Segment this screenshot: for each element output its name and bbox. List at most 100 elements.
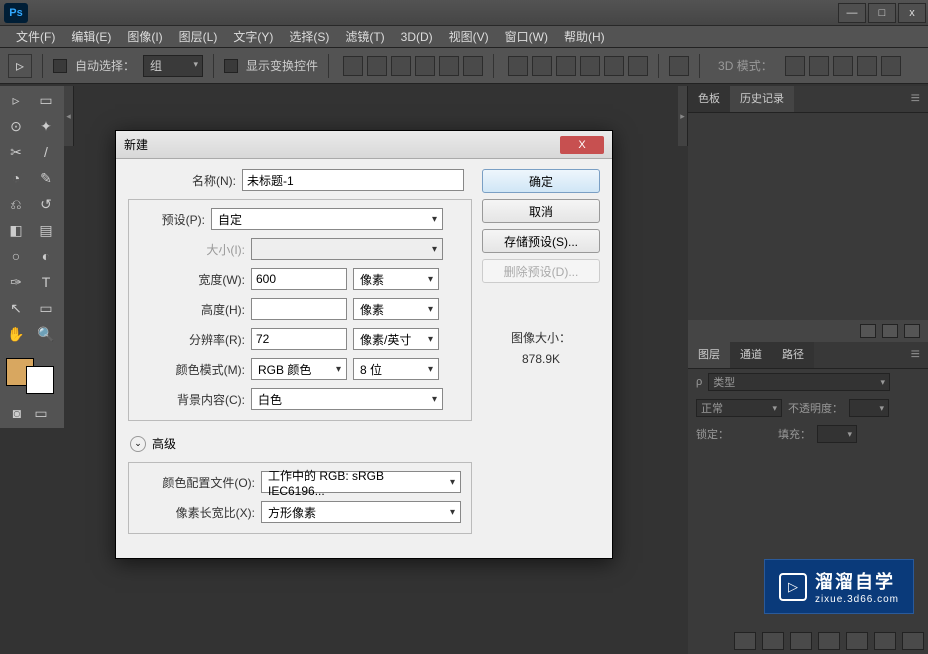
background-select[interactable]: 白色: [251, 388, 443, 410]
3d-icon[interactable]: [857, 56, 877, 76]
pixel-aspect-select[interactable]: 方形像素: [261, 501, 461, 523]
menu-image[interactable]: 图像(I): [119, 28, 170, 45]
ok-button[interactable]: 确定: [482, 169, 600, 193]
resolution-input[interactable]: [251, 328, 347, 350]
menu-3d[interactable]: 3D(D): [393, 30, 441, 44]
window-minimize[interactable]: —: [838, 3, 866, 23]
3d-icon[interactable]: [809, 56, 829, 76]
distribute-icon[interactable]: [532, 56, 552, 76]
tool-blur[interactable]: ○: [2, 244, 30, 268]
align-icon[interactable]: [463, 56, 483, 76]
show-transform-checkbox[interactable]: [224, 59, 238, 73]
align-icon[interactable]: [439, 56, 459, 76]
save-preset-button[interactable]: 存储预设(S)...: [482, 229, 600, 253]
distribute-icon[interactable]: [556, 56, 576, 76]
tool-brush[interactable]: ✎: [32, 166, 60, 190]
width-unit-select[interactable]: 像素: [353, 268, 439, 290]
width-input[interactable]: [251, 268, 347, 290]
3d-icon[interactable]: [881, 56, 901, 76]
bit-depth-select[interactable]: 8 位: [353, 358, 439, 380]
tool-zoom[interactable]: 🔍: [32, 322, 60, 346]
align-icon[interactable]: [415, 56, 435, 76]
layer-filter-type[interactable]: 类型: [708, 373, 890, 391]
auto-select-dropdown[interactable]: 组: [143, 55, 203, 77]
menu-help[interactable]: 帮助(H): [556, 28, 613, 45]
menu-filter[interactable]: 滤镜(T): [337, 28, 392, 45]
background-swatch[interactable]: [26, 366, 54, 394]
menu-type[interactable]: 文字(Y): [225, 28, 281, 45]
3d-icon[interactable]: [785, 56, 805, 76]
window-close[interactable]: x: [898, 3, 926, 23]
tool-marquee[interactable]: ▭: [32, 88, 60, 112]
3d-icon[interactable]: [833, 56, 853, 76]
collapse-right-icon[interactable]: ▸: [678, 86, 688, 146]
tool-stamp[interactable]: ⎌: [2, 192, 30, 216]
active-tool-indicator[interactable]: ▹: [8, 54, 32, 78]
menu-file[interactable]: 文件(F): [8, 28, 63, 45]
tool-crop[interactable]: ✂: [2, 140, 30, 164]
distribute-icon[interactable]: [508, 56, 528, 76]
cancel-button[interactable]: 取消: [482, 199, 600, 223]
group-icon[interactable]: [846, 632, 868, 650]
color-profile-select[interactable]: 工作中的 RGB: sRGB IEC6196...: [261, 471, 461, 493]
tool-heal[interactable]: ◔: [2, 166, 30, 190]
tool-shape[interactable]: ▭: [32, 296, 60, 320]
tab-paths[interactable]: 路径: [772, 342, 814, 368]
color-mode-select[interactable]: RGB 颜色: [251, 358, 347, 380]
tool-wand[interactable]: ✦: [32, 114, 60, 138]
advanced-toggle-icon[interactable]: ⌄: [130, 436, 146, 452]
tool-lasso[interactable]: ⊙: [2, 114, 30, 138]
collapse-left-icon[interactable]: ◂: [64, 86, 74, 146]
align-icon[interactable]: [391, 56, 411, 76]
mask-icon[interactable]: [790, 632, 812, 650]
adjust-icon[interactable]: [818, 632, 840, 650]
history-snap-icon[interactable]: [860, 324, 876, 338]
resolution-unit-select[interactable]: 像素/英寸: [353, 328, 439, 350]
menu-layer[interactable]: 图层(L): [171, 28, 226, 45]
tool-dodge[interactable]: ◐: [32, 244, 60, 268]
distribute-icon[interactable]: [604, 56, 624, 76]
fx-icon[interactable]: [762, 632, 784, 650]
screenmode-icon[interactable]: ▭: [30, 404, 52, 422]
trash-icon[interactable]: [902, 632, 924, 650]
tool-pen[interactable]: ✑: [2, 270, 30, 294]
misc-icon[interactable]: [669, 56, 689, 76]
height-unit-select[interactable]: 像素: [353, 298, 439, 320]
auto-select-checkbox[interactable]: [53, 59, 67, 73]
tool-eraser[interactable]: ◧: [2, 218, 30, 242]
window-maximize[interactable]: □: [868, 3, 896, 23]
preset-select[interactable]: 自定: [211, 208, 443, 230]
history-trash-icon[interactable]: [904, 324, 920, 338]
tab-channels[interactable]: 通道: [730, 342, 772, 368]
panel-menu-icon[interactable]: ≡: [903, 342, 928, 368]
menu-edit[interactable]: 编辑(E): [63, 28, 119, 45]
distribute-icon[interactable]: [580, 56, 600, 76]
blend-mode-select[interactable]: 正常: [696, 399, 782, 417]
tool-hand[interactable]: ✋: [2, 322, 30, 346]
tool-path[interactable]: ↖: [2, 296, 30, 320]
tool-type[interactable]: T: [32, 270, 60, 294]
quickmask-icon[interactable]: ◙: [6, 404, 28, 422]
height-input[interactable]: [251, 298, 347, 320]
tab-layers[interactable]: 图层: [688, 342, 730, 368]
dialog-close-button[interactable]: X: [560, 136, 604, 154]
tool-eyedropper[interactable]: /: [32, 140, 60, 164]
new-layer-icon[interactable]: [874, 632, 896, 650]
tool-move[interactable]: ▹: [2, 88, 30, 112]
history-camera-icon[interactable]: [882, 324, 898, 338]
align-icon[interactable]: [367, 56, 387, 76]
tab-swatches[interactable]: 色板: [688, 86, 730, 112]
menu-view[interactable]: 视图(V): [441, 28, 497, 45]
link-icon[interactable]: [734, 632, 756, 650]
menu-select[interactable]: 选择(S): [281, 28, 337, 45]
opacity-field[interactable]: [849, 399, 889, 417]
tool-gradient[interactable]: ▤: [32, 218, 60, 242]
menu-window[interactable]: 窗口(W): [497, 28, 556, 45]
tab-history[interactable]: 历史记录: [730, 86, 794, 112]
panel-menu-icon[interactable]: ≡: [903, 86, 928, 112]
align-icon[interactable]: [343, 56, 363, 76]
fill-field[interactable]: [817, 425, 857, 443]
distribute-icon[interactable]: [628, 56, 648, 76]
name-input[interactable]: [242, 169, 464, 191]
tool-history[interactable]: ↺: [32, 192, 60, 216]
